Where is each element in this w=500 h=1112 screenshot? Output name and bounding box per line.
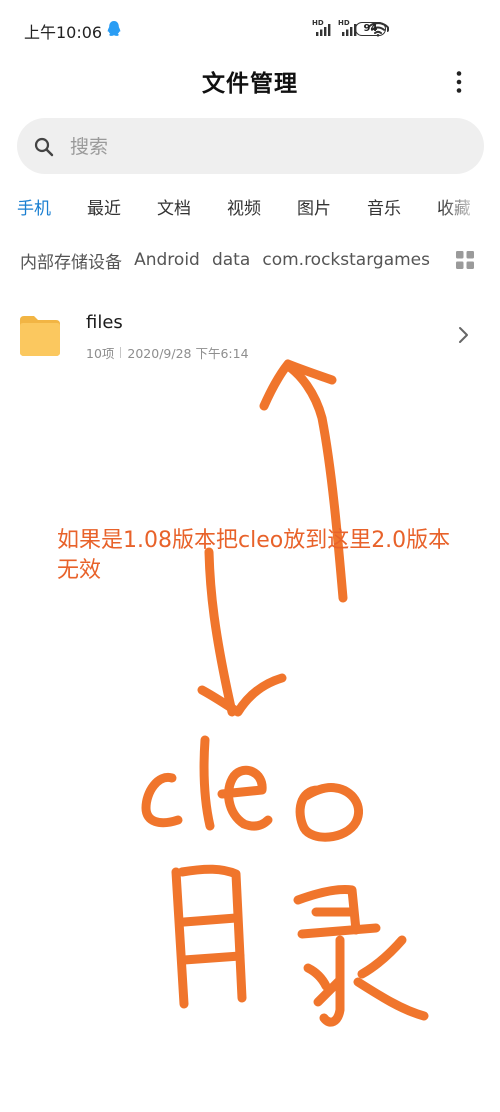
tab-recent[interactable]: 最近: [87, 194, 121, 219]
search-icon: [34, 137, 54, 157]
status-bar: 上午10:06 HD HD 94: [0, 0, 500, 60]
folder-icon: [20, 316, 60, 356]
tab-music[interactable]: 音乐: [367, 194, 401, 219]
tab-phone[interactable]: 手机: [17, 194, 51, 219]
tab-pictures[interactable]: 图片: [297, 194, 331, 219]
meta-divider: [120, 347, 122, 358]
battery-icon: 94: [355, 22, 386, 36]
list-item[interactable]: [0, 300, 500, 376]
file-meta: 10项 2020/9/28 下午6:14: [86, 343, 249, 362]
breadcrumb-item-data[interactable]: data: [212, 250, 250, 270]
annotation-note: 如果是1.08版本把cleo放到这里2.0版本无效: [57, 528, 451, 583]
category-tabs: 手机 最近 文档 视频 图片 音乐 收藏: [0, 194, 470, 220]
grid-view-icon[interactable]: [456, 251, 474, 269]
page-title: 文件管理: [202, 71, 298, 97]
breadcrumb-item-android[interactable]: Android: [134, 250, 200, 270]
file-name: files: [86, 312, 123, 333]
breadcrumb-item-storage[interactable]: 内部存储设备: [20, 248, 122, 273]
status-time: 上午10:06: [24, 23, 103, 42]
tab-documents[interactable]: 文档: [157, 194, 191, 219]
signal-1-icon: HD: [312, 19, 334, 39]
tabs-fade: [440, 194, 500, 220]
battery-tip: [387, 26, 389, 32]
search-input[interactable]: [70, 133, 370, 161]
file-date: 2020/9/28 下午6:14: [127, 346, 249, 361]
chevron-right-icon[interactable]: [458, 326, 470, 344]
breadcrumb-item-package[interactable]: com.rockstargames: [262, 250, 430, 270]
breadcrumb: 内部存储设备 Android data com.rockstargames: [20, 248, 430, 272]
more-options-icon[interactable]: [452, 70, 466, 94]
file-item-count: 10项: [86, 346, 115, 361]
tab-videos[interactable]: 视频: [227, 194, 261, 219]
qq-icon: [107, 21, 121, 36]
